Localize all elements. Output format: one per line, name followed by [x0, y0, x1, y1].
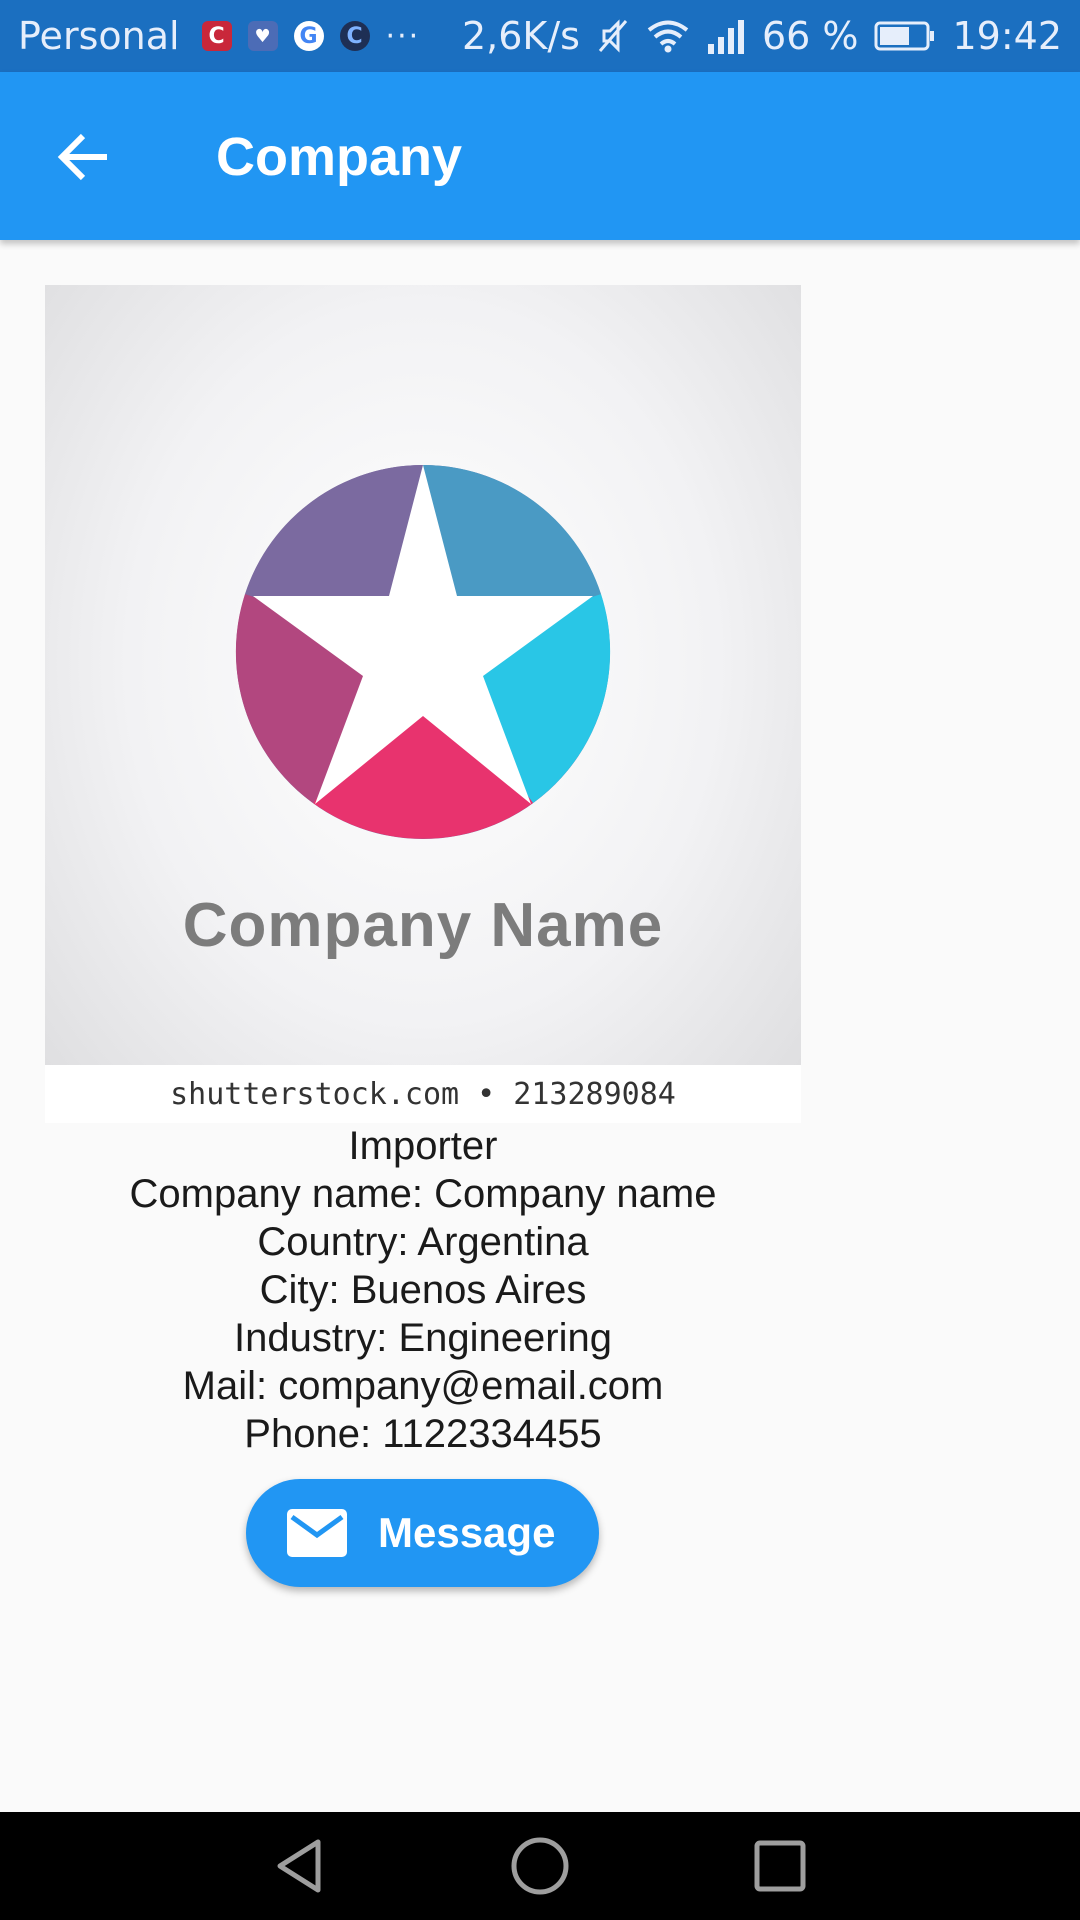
nav-home-button[interactable]	[510, 1836, 570, 1896]
clock: 19:42	[952, 14, 1062, 58]
country-line: Country: Argentina	[257, 1220, 589, 1264]
logo-company-name: Company Name	[182, 891, 664, 960]
triangle-back-icon	[277, 1839, 321, 1893]
city-line: City: Buenos Aires	[259, 1268, 587, 1312]
navigation-bar	[0, 1812, 1080, 1920]
signal-icon	[706, 18, 746, 54]
star-logo-icon	[235, 464, 611, 839]
health-app-icon: ♥	[247, 21, 278, 51]
wifi-icon	[646, 19, 690, 53]
mail-line: Mail: company@email.com	[182, 1364, 664, 1408]
phone-line: Phone: 1122334455	[244, 1412, 602, 1456]
page-title: Company	[216, 127, 463, 187]
mute-icon	[596, 17, 630, 55]
google-icon: G	[293, 21, 324, 51]
nav-back-button[interactable]	[270, 1836, 330, 1896]
company-name-line: Company name: Company name	[129, 1172, 717, 1216]
c-app-icon: C	[201, 21, 232, 51]
message-button-label: Message	[378, 1509, 556, 1556]
company-type: Importer	[348, 1124, 498, 1168]
status-bar: Personal C ♥ G C ··· 2,6K/s 66 % 19:42	[0, 0, 1080, 72]
mail-icon	[286, 1508, 348, 1558]
message-button[interactable]: Message	[246, 1479, 599, 1587]
battery-icon	[874, 20, 936, 52]
carrier-label: Personal	[18, 14, 180, 58]
company-details: Importer Company name: Company name Coun…	[45, 1122, 801, 1458]
arrow-back-icon	[57, 133, 107, 181]
circle-home-icon	[511, 1837, 569, 1895]
battery-percent: 66 %	[761, 14, 859, 58]
square-recents-icon	[754, 1840, 806, 1892]
image-watermark: shutterstock.com • 213289084	[45, 1065, 801, 1123]
more-notifications-icon: ···	[385, 18, 421, 54]
network-speed: 2,6K/s	[461, 14, 580, 58]
app-bar: Company	[0, 72, 1080, 240]
nav-recents-button[interactable]	[750, 1836, 810, 1896]
industry-line: Industry: Engineering	[233, 1316, 612, 1360]
c-circle-app-icon: C	[339, 21, 370, 51]
company-logo-image: Company Name shutterstock.com • 21328908…	[45, 285, 801, 1123]
back-button[interactable]	[44, 118, 122, 196]
